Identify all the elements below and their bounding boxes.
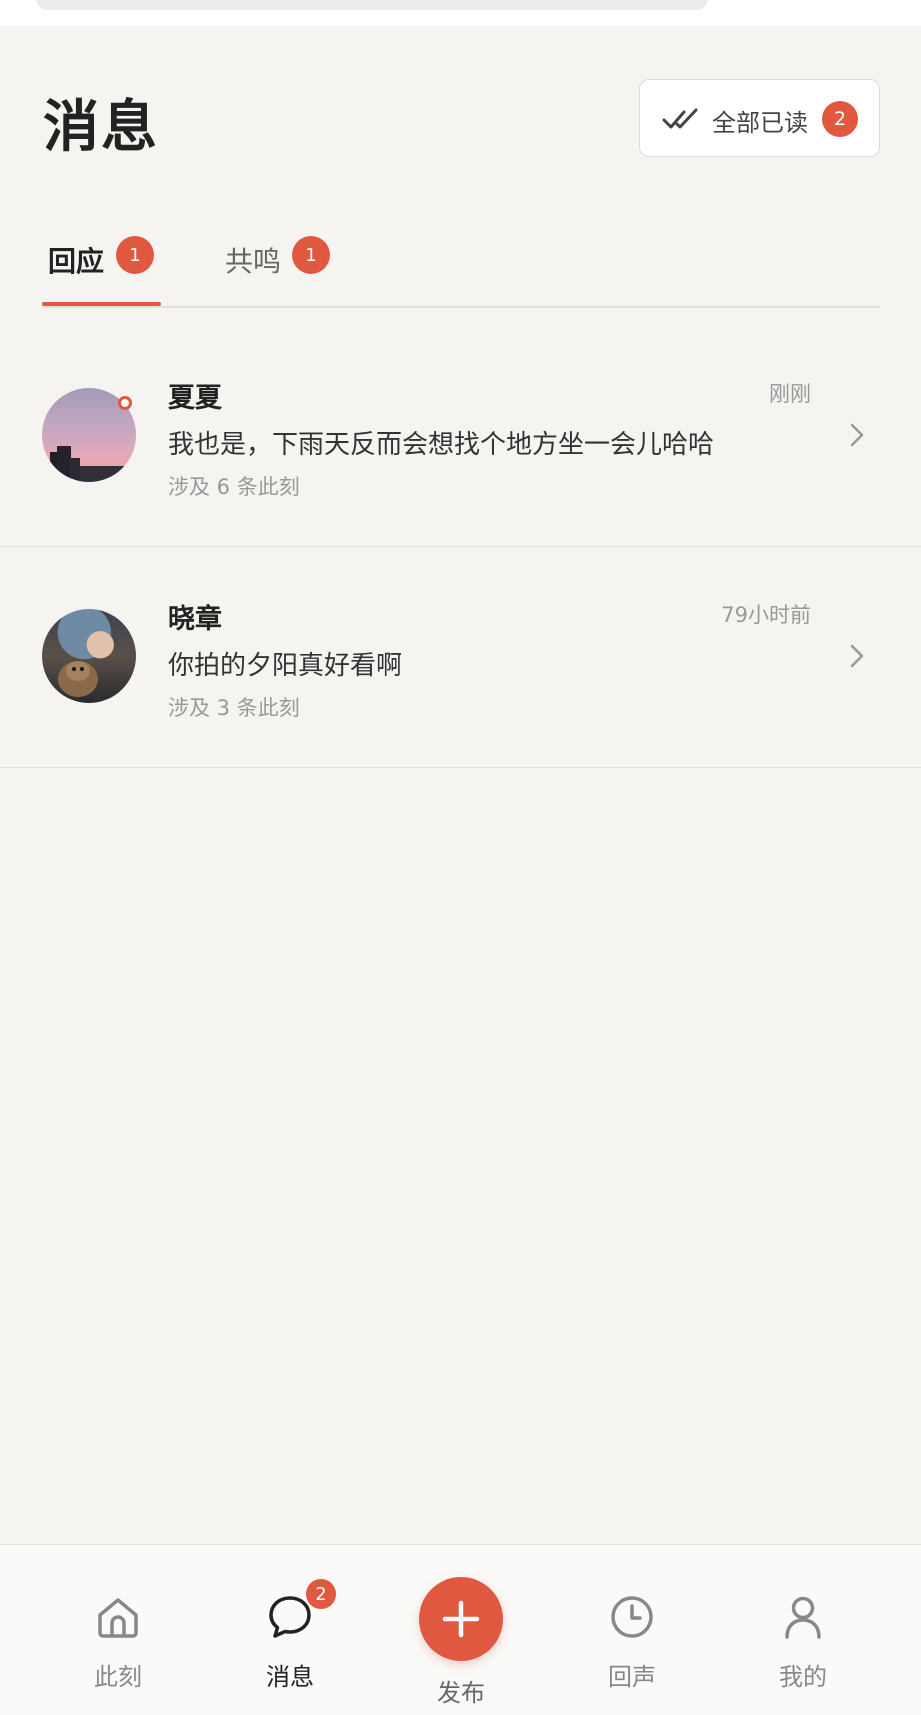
messages-page: 消息 全部已读 2 回应 1 共鸣 1 夏夏 刚刚 我也是，下雨天反而会想找个地…	[0, 0, 921, 1715]
message-item[interactable]: 晓章 79小时前 你拍的夕阳真好看啊 涉及 3 条此刻	[0, 547, 921, 768]
tab-replies-badge: 1	[116, 236, 154, 274]
nav-home[interactable]: 此刻	[58, 1545, 178, 1715]
nav-messages-label: 消息	[266, 1663, 314, 1691]
nav-home-label: 此刻	[94, 1663, 142, 1691]
message-item[interactable]: 夏夏 刚刚 我也是，下雨天反而会想找个地方坐一会儿哈哈 涉及 6 条此刻	[0, 326, 921, 547]
search-bar-edge[interactable]	[36, 0, 708, 10]
page-title: 消息	[43, 95, 159, 160]
message-preview: 你拍的夕阳真好看啊	[168, 651, 403, 681]
tab-replies-label: 回应	[48, 245, 105, 278]
mark-all-read-button[interactable]: 全部已读 2	[639, 79, 880, 157]
publish-button[interactable]	[419, 1577, 503, 1661]
tab-resonance-badge: 1	[292, 236, 330, 274]
message-preview: 我也是，下雨天反而会想找个地方坐一会儿哈哈	[168, 430, 715, 460]
mark-all-read-label: 全部已读	[712, 109, 808, 137]
plus-icon	[442, 1600, 480, 1638]
mark-all-read-count-badge: 2	[822, 101, 858, 137]
tabs-divider	[42, 306, 880, 308]
message-meta: 涉及 6 条此刻	[168, 475, 300, 499]
nav-messages-badge: 2	[304, 1577, 338, 1611]
message-time: 刚刚	[769, 382, 811, 406]
message-list: 夏夏 刚刚 我也是，下雨天反而会想找个地方坐一会儿哈哈 涉及 6 条此刻 晓章 …	[0, 326, 921, 768]
message-time: 79小时前	[721, 603, 811, 627]
unread-dot	[118, 396, 132, 410]
tab-resonance-label: 共鸣	[225, 245, 282, 278]
clock-icon	[611, 1596, 653, 1638]
person-icon	[785, 1596, 821, 1639]
home-icon	[98, 1598, 138, 1638]
nav-publish-label: 发布	[437, 1679, 485, 1707]
sender-name: 晓章	[168, 604, 222, 635]
sender-name: 夏夏	[168, 383, 222, 414]
nav-echo[interactable]: 回声	[572, 1545, 692, 1715]
bottom-nav: 此刻 2 消息 发布 回声 我的	[0, 1544, 921, 1715]
tab-replies[interactable]: 回应 1	[42, 230, 162, 286]
top-search-strip	[0, 0, 921, 26]
message-tabs: 回应 1 共鸣 1	[42, 230, 880, 308]
nav-mine[interactable]: 我的	[743, 1545, 863, 1715]
double-check-icon	[662, 108, 698, 129]
nav-messages[interactable]: 2 消息	[230, 1545, 350, 1715]
tab-resonance[interactable]: 共鸣 1	[222, 230, 342, 286]
nav-mine-label: 我的	[779, 1663, 827, 1691]
portrait-with-dog-image	[58, 661, 98, 697]
chevron-right-icon	[850, 644, 864, 668]
nav-publish[interactable]: 发布	[401, 1545, 521, 1715]
nav-echo-label: 回声	[608, 1663, 656, 1691]
avatar[interactable]	[42, 609, 136, 703]
message-meta: 涉及 3 条此刻	[168, 696, 300, 720]
chevron-right-icon	[850, 423, 864, 447]
